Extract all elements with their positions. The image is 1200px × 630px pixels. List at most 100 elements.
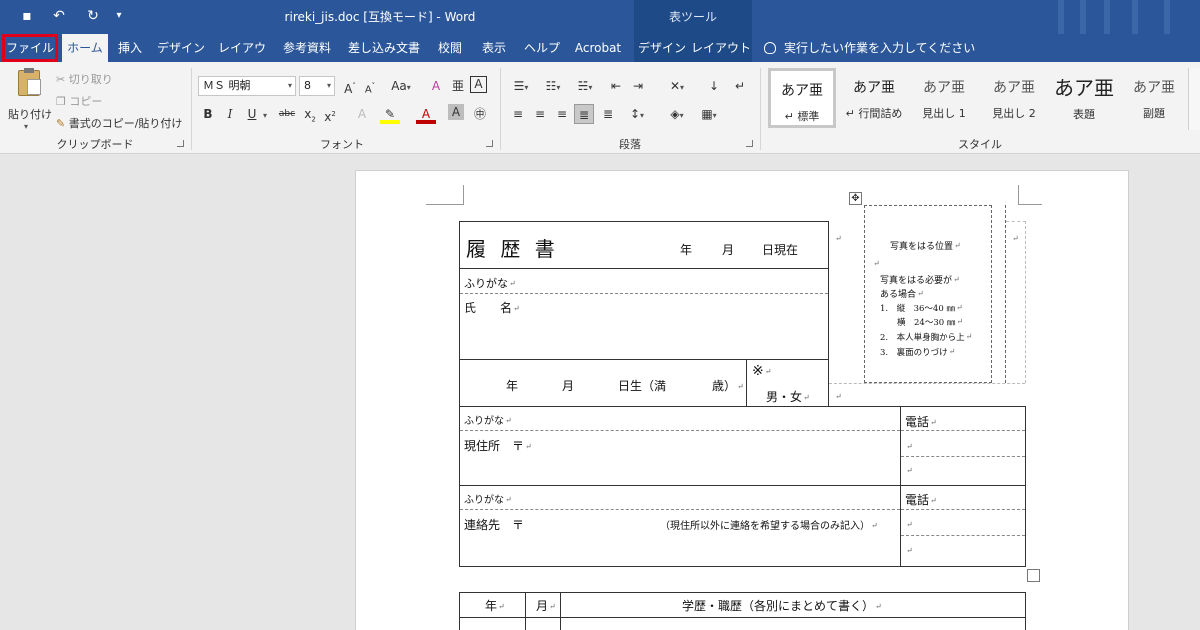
change-case-icon[interactable]: Aa▾ bbox=[388, 76, 414, 96]
contact-label: 連絡先 〒 bbox=[464, 518, 525, 532]
bullets-icon[interactable]: ☰▾ bbox=[508, 76, 534, 96]
cut-button[interactable]: ✂ 切り取り bbox=[56, 71, 113, 87]
style-no-spacing[interactable]: あア亜 ↵ 行間詰め bbox=[840, 68, 908, 128]
strikethrough-icon[interactable]: abc bbox=[274, 104, 300, 124]
paragraph-launcher-icon[interactable] bbox=[746, 140, 753, 147]
justify-icon[interactable]: ≣ bbox=[574, 104, 594, 124]
increase-indent-icon[interactable]: ⇥ bbox=[628, 76, 648, 96]
style-name: ↵ 標準 bbox=[784, 110, 820, 123]
chevron-down-icon: ▾ bbox=[326, 81, 331, 90]
multilevel-list-icon[interactable]: ☵▾ bbox=[572, 76, 598, 96]
titlebar-decoration bbox=[1104, 0, 1110, 34]
font-name-value: ＭＳ 明朝 bbox=[203, 79, 251, 92]
style-name: 副題 bbox=[1143, 107, 1165, 120]
line-spacing-icon[interactable]: ↕▾ bbox=[624, 104, 650, 124]
photo-item-3: 3. 裏面のりづけ↵ bbox=[880, 347, 956, 358]
tab-review[interactable]: 校閲 bbox=[432, 34, 468, 62]
style-normal[interactable]: あア亜 ↵ 標準 bbox=[768, 68, 836, 128]
document-page[interactable]: ✥ 履 歴 書 年 月 日現在 ふりがな↵ 氏 名↵ 年 月 日生（満 歳）↵ … bbox=[355, 170, 1129, 630]
history-row-month[interactable] bbox=[525, 617, 561, 630]
history-year-label: 年↵ bbox=[485, 599, 505, 613]
history-row-year[interactable] bbox=[459, 617, 526, 630]
align-center-icon[interactable]: ≡ bbox=[530, 104, 550, 124]
borders-icon[interactable]: ▦▾ bbox=[696, 104, 722, 124]
tab-table-design[interactable]: デザイン bbox=[634, 34, 690, 62]
show-marks-icon[interactable]: ↵ bbox=[730, 76, 750, 96]
tell-me-box[interactable]: 実行したい作業を入力してください bbox=[764, 34, 975, 62]
dob-cell[interactable] bbox=[459, 359, 747, 407]
font-name-box[interactable]: ＭＳ 明朝 ▾ bbox=[198, 76, 296, 96]
font-color-icon[interactable]: A bbox=[416, 104, 436, 124]
style-heading-1[interactable]: あア亜 見出し 1 bbox=[910, 68, 978, 128]
tab-mailings[interactable]: 差し込み文書 bbox=[344, 34, 424, 62]
style-name: 見出し 2 bbox=[992, 107, 1036, 120]
styles-scrollbar[interactable] bbox=[1188, 68, 1200, 130]
style-heading-2[interactable]: あア亜 見出し 2 bbox=[980, 68, 1048, 128]
tab-acrobat[interactable]: Acrobat bbox=[570, 34, 626, 62]
clipboard-launcher-icon[interactable] bbox=[177, 140, 184, 147]
contact-note: （現住所以外に連絡を希望する場合のみ記入）↵ bbox=[660, 521, 878, 532]
style-sample: あア亜 bbox=[1054, 76, 1114, 100]
clear-formatting-icon[interactable]: A bbox=[426, 76, 446, 96]
table-resize-handle[interactable] bbox=[1027, 569, 1040, 582]
ribbon-tab-row: ファイル ホーム 挿入 デザイン レイアウト 参考資料 差し込み文書 校閲 表示… bbox=[0, 34, 1200, 83]
photo-box-side bbox=[992, 205, 1006, 383]
tel2-label: 電話↵ bbox=[905, 493, 937, 507]
tab-help[interactable]: ヘルプ bbox=[520, 34, 564, 62]
date-as-of-label: 日現在 bbox=[762, 243, 799, 257]
table-tools-label: 表ツール bbox=[668, 10, 717, 24]
decrease-indent-icon[interactable]: ⇤ bbox=[606, 76, 626, 96]
style-subtitle[interactable]: あア亜 副題 bbox=[1120, 68, 1188, 128]
tab-home[interactable]: ホーム bbox=[62, 34, 108, 62]
underline-icon[interactable]: U bbox=[242, 104, 262, 124]
table-move-handle-icon[interactable]: ✥ bbox=[849, 192, 862, 205]
copy-button[interactable]: ❐ コピー bbox=[56, 93, 102, 109]
tel-label: 電話↵ bbox=[905, 415, 937, 429]
character-shading-icon[interactable]: A bbox=[448, 104, 464, 120]
align-right-icon[interactable]: ≡ bbox=[552, 104, 572, 124]
tab-layout[interactable]: レイアウト bbox=[214, 34, 270, 83]
note-mark: ※↵ bbox=[752, 363, 772, 379]
address-furigana-label: ふりがな↵ bbox=[464, 416, 512, 427]
font-launcher-icon[interactable] bbox=[486, 140, 493, 147]
tab-file[interactable]: ファイル bbox=[2, 34, 58, 62]
chevron-down-icon: ▾ bbox=[287, 81, 292, 90]
tab-insert[interactable]: 挿入 bbox=[112, 34, 148, 62]
history-row-detail[interactable] bbox=[560, 617, 1026, 630]
subscript-icon[interactable]: x2 bbox=[300, 104, 320, 124]
underline-dropdown-icon[interactable]: ▾ bbox=[260, 104, 270, 124]
tab-view[interactable]: 表示 bbox=[476, 34, 512, 62]
align-left-icon[interactable]: ≡ bbox=[508, 104, 528, 124]
character-border-icon[interactable]: A bbox=[470, 76, 487, 93]
text-effects-icon[interactable]: A bbox=[352, 104, 372, 124]
tab-table-layout[interactable]: レイアウト bbox=[690, 34, 752, 62]
tab-design[interactable]: デザイン bbox=[154, 34, 208, 62]
bold-icon[interactable]: B bbox=[198, 104, 218, 124]
asian-layout-icon[interactable]: ✕▾ bbox=[664, 76, 690, 96]
furigana-divider bbox=[460, 293, 828, 294]
mark: ↵ bbox=[906, 520, 913, 529]
paste-label: 貼り付け bbox=[8, 108, 52, 121]
style-sample: あア亜 bbox=[993, 80, 1035, 96]
format-painter-button[interactable]: ✎ 書式のコピー/貼り付け bbox=[56, 115, 182, 131]
italic-icon[interactable]: I bbox=[220, 104, 240, 124]
superscript-icon[interactable]: x2 bbox=[320, 104, 340, 124]
paste-button[interactable]: 貼り付け ▾ bbox=[8, 68, 52, 131]
tab-references[interactable]: 参考資料 bbox=[278, 34, 336, 62]
style-sample: あア亜 bbox=[853, 80, 895, 96]
grow-font-icon[interactable]: A˄ bbox=[340, 76, 360, 96]
clipboard-icon bbox=[18, 68, 41, 96]
sort-icon[interactable]: ↓ bbox=[704, 76, 724, 96]
font-size-box[interactable]: 8 ▾ bbox=[299, 76, 335, 96]
distributed-icon[interactable]: ≣ bbox=[598, 104, 618, 124]
enclose-characters-icon[interactable]: ㊥ bbox=[470, 104, 490, 124]
shrink-font-icon[interactable]: A˅ bbox=[360, 76, 380, 96]
style-title[interactable]: あア亜 表題 bbox=[1050, 68, 1118, 128]
photo-outer-guide bbox=[829, 383, 1025, 407]
shading-icon[interactable]: ◈▾ bbox=[664, 104, 690, 124]
highlight-icon[interactable]: ✎ bbox=[380, 104, 400, 124]
phonetic-guide-icon[interactable]: 亜 bbox=[448, 76, 468, 96]
dob-year-label: 年 bbox=[506, 379, 519, 393]
numbering-icon[interactable]: ☷▾ bbox=[540, 76, 566, 96]
photo-note-2: ある場合↵ bbox=[880, 289, 924, 300]
